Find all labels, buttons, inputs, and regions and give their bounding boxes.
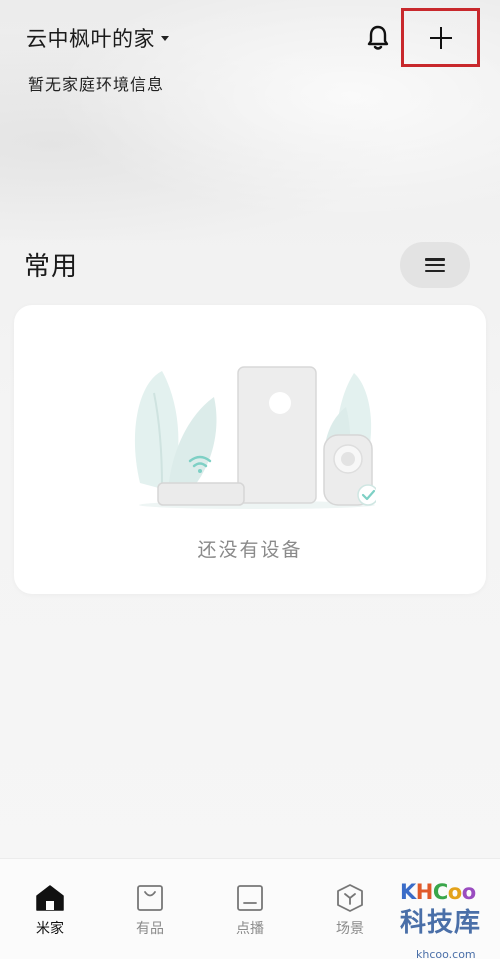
home-switcher[interactable]: 云中枫叶的家 bbox=[26, 22, 169, 54]
device-list-menu-button[interactable] bbox=[400, 242, 470, 288]
add-device-button[interactable] bbox=[401, 8, 480, 67]
video-icon bbox=[235, 883, 265, 913]
scene-cube-icon bbox=[335, 883, 365, 913]
caret-down-icon bbox=[161, 35, 169, 41]
empty-devices-text: 还没有设备 bbox=[197, 539, 303, 561]
tab-mijia[interactable]: 米家 bbox=[20, 883, 80, 938]
tab-label: 点播 bbox=[236, 921, 264, 937]
section-title: 常用 bbox=[24, 252, 79, 282]
watermark-brand: KHCoo bbox=[400, 880, 476, 904]
hamburger-menu-icon bbox=[425, 258, 445, 272]
tab-label: 米家 bbox=[36, 921, 64, 937]
tab-youpin[interactable]: 有品 bbox=[120, 883, 180, 938]
home-environment-info: 暂无家庭环境信息 bbox=[28, 75, 165, 94]
watermark-site-name: 科技库 bbox=[400, 908, 482, 938]
tab-label: 有品 bbox=[136, 921, 164, 937]
watermark: KHCoo 科技库 khcoo.com bbox=[400, 880, 492, 959]
shopping-bag-icon bbox=[135, 883, 165, 913]
notification-button[interactable] bbox=[362, 22, 394, 54]
bell-icon bbox=[367, 25, 389, 50]
tab-label: 场景 bbox=[336, 921, 364, 937]
empty-devices-illustration bbox=[134, 366, 376, 509]
home-name: 云中枫叶的家 bbox=[26, 27, 155, 51]
watermark-url: khcoo.com bbox=[416, 948, 476, 959]
tab-changjing[interactable]: 场景 bbox=[320, 883, 380, 938]
tab-dianbo[interactable]: 点播 bbox=[220, 883, 280, 938]
plus-icon bbox=[429, 26, 452, 49]
device-card: 还没有设备 bbox=[14, 305, 486, 594]
home-icon bbox=[35, 883, 65, 913]
